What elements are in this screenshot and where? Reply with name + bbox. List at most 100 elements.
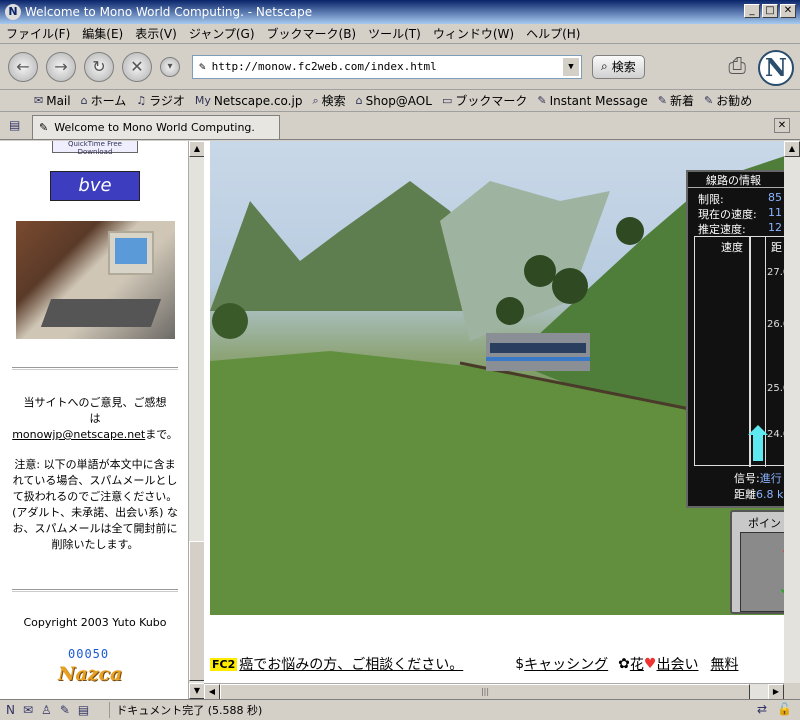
print-icon[interactable]: ⎙	[728, 54, 746, 79]
nazca-logo[interactable]: Nazca	[58, 663, 122, 685]
aim-icon[interactable]: ♙	[41, 703, 52, 717]
scroll-left-button[interactable]: ◀	[204, 684, 220, 700]
addressbook-icon[interactable]: ▤	[78, 703, 89, 717]
tab-bar: ✎ Welcome to Mono World Computing.	[0, 112, 800, 140]
reload-button[interactable]: ↻	[84, 51, 114, 82]
new-tab-icon[interactable]: ▤	[9, 118, 20, 132]
composer-icon[interactable]: ✎	[60, 703, 70, 717]
page-icon: ✎	[39, 121, 49, 134]
bookmark-shop[interactable]: ⌂ Shop@AOL	[356, 94, 432, 108]
track-info-panel: 線路の情報 制限: 85 現在の速度: 11 推定速度: 12 速度 距 27.…	[686, 170, 800, 508]
home-icon: ⌂	[80, 94, 88, 107]
radio-icon: ♫	[136, 94, 147, 107]
url-dropdown-button[interactable]: ▼	[563, 57, 579, 76]
bookmark-folder[interactable]: ▭ ブックマーク	[442, 92, 527, 109]
bookmark-instant-message[interactable]: ✎ Instant Message	[537, 94, 647, 108]
distance-value: 6.8 k	[756, 488, 784, 501]
quicktime-badge[interactable]: QuickTime Free Download	[52, 141, 138, 156]
bookmark-search[interactable]: ⌕ 検索	[312, 92, 345, 109]
menu-go[interactable]: ジャンプ(G)	[189, 25, 255, 42]
bookmark-recommended[interactable]: ✎ お勧め	[704, 92, 752, 109]
left-frame-scrollbar[interactable]: ▲ ▼	[188, 141, 205, 699]
back-button[interactable]: ←	[8, 51, 38, 82]
close-tab-button[interactable]: ✕	[774, 118, 790, 133]
link-icon: ✎	[537, 94, 547, 107]
url-bar[interactable]: ✎ http://monow.fc2web.com/index.html ▼	[192, 54, 582, 79]
ad-link-flower[interactable]: 花	[630, 654, 644, 674]
bookmark-label: 検索	[321, 94, 346, 108]
scroll-down-button[interactable]: ▼	[189, 683, 205, 699]
close-button[interactable]: ✕	[780, 4, 796, 18]
bve-banner[interactable]: bve	[50, 171, 140, 201]
bookmark-radio[interactable]: ♫ ラジオ	[136, 92, 185, 109]
menu-edit[interactable]: 編集(E)	[82, 25, 123, 42]
feedback-text: 当サイトへのご意見、ご感想 は monowjp@netscape.netまで。	[10, 395, 180, 443]
menu-window[interactable]: ウィンドウ(W)	[433, 25, 514, 42]
scroll-right-button[interactable]: ▶	[768, 684, 784, 700]
bookmark-netscape[interactable]: My Netscape.co.jp	[195, 94, 303, 108]
fc2-logo[interactable]: FC2	[210, 657, 238, 671]
ad-link-free[interactable]: 無料	[710, 654, 738, 674]
stop-icon: ✕	[130, 56, 144, 76]
monitor-screen	[115, 238, 147, 264]
feedback-line: は	[89, 412, 101, 425]
menu-file[interactable]: ファイル(F)	[6, 25, 70, 42]
bookmark-label: 新着	[669, 94, 694, 108]
signal-label: 信号:	[734, 472, 760, 485]
current-speed-label: 現在の速度:	[698, 208, 757, 221]
maximize-button[interactable]: □	[762, 4, 778, 18]
tree	[552, 268, 588, 304]
title-bar: N Welcome to Mono World Computing. - Net…	[0, 0, 800, 24]
signal-row: 信号:進行	[734, 470, 782, 486]
search-button[interactable]: ⌕ 検索	[592, 54, 645, 79]
email-link[interactable]: monowjp@netscape.net	[12, 428, 145, 441]
left-frame: QuickTime Free Download bve 当サイトへのご意見、ご感…	[0, 141, 188, 699]
menu-bar: ファイル(F) 編集(E) 表示(V) ジャンプ(G) ブックマーク(B) ツー…	[0, 24, 800, 44]
link-icon: ✎	[704, 94, 714, 107]
access-counter: 00050	[68, 647, 110, 661]
link-icon: ✎	[657, 94, 667, 107]
tree	[496, 297, 524, 325]
horizontal-scroll-thumb[interactable]: |||	[220, 684, 750, 700]
bookmark-label: Shop@AOL	[365, 93, 432, 108]
train-windows	[490, 343, 586, 353]
minimize-button[interactable]: _	[744, 4, 760, 18]
history-dropdown-button[interactable]: ▾	[160, 56, 180, 77]
ad-link-cancer[interactable]: 癌でお悩みの方、ご相談ください。	[239, 654, 463, 674]
mail-icon[interactable]: ✉	[23, 703, 33, 717]
stop-button[interactable]: ✕	[122, 51, 152, 82]
heart-icon: ♥	[643, 656, 657, 672]
netscape-status-icon[interactable]: N	[6, 703, 15, 717]
ad-link-dating[interactable]: 出会い	[656, 654, 698, 674]
shop-icon: ⌂	[355, 94, 363, 107]
bookmark-mail[interactable]: ✉ Mail	[34, 94, 71, 108]
ad-link-cashing[interactable]: キャッシング	[524, 654, 608, 674]
bookmark-label: Mail	[46, 93, 71, 108]
personal-toolbar: ✉ Mail ⌂ ホーム ♫ ラジオ My Netscape.co.jp ⌕ 検索 ⌂ Sh…	[0, 90, 800, 112]
tab-current[interactable]: ✎ Welcome to Mono World Computing.	[32, 115, 280, 139]
forward-button[interactable]: →	[46, 51, 76, 82]
menu-help[interactable]: ヘルプ(H)	[526, 25, 580, 42]
bookmark-home[interactable]: ⌂ ホーム	[81, 92, 127, 109]
distance-label: 距離	[734, 488, 756, 501]
back-arrow-icon: ←	[16, 56, 30, 76]
current-speed-value: 11	[768, 206, 782, 219]
email-suffix: まで。	[145, 428, 178, 441]
forward-arrow-icon: →	[54, 56, 68, 76]
search-button-label: 検索	[611, 60, 636, 74]
scroll-up-button[interactable]: ▲	[784, 141, 800, 157]
main-frame-horizontal-scrollbar[interactable]: ◀ ||| ▶	[204, 683, 784, 700]
main-frame-scrollbar[interactable]: ▲	[784, 141, 800, 683]
bookmark-new[interactable]: ✎ 新着	[658, 92, 694, 109]
url-input[interactable]: http://monow.fc2web.com/index.html	[206, 60, 563, 73]
scroll-thumb[interactable]	[189, 541, 205, 681]
netscape-logo[interactable]: N	[758, 50, 794, 86]
menu-view[interactable]: 表示(V)	[135, 25, 177, 42]
flower-icon: ✿	[618, 656, 630, 672]
search-icon: ⌕	[601, 59, 608, 73]
menu-tools[interactable]: ツール(T)	[368, 25, 421, 42]
scroll-up-button[interactable]: ▲	[189, 141, 205, 157]
menu-bookmarks[interactable]: ブックマーク(B)	[267, 25, 357, 42]
navigation-toolbar: ← → ↻ ✕ ▾ ✎ http://monow.fc2web.com/inde…	[0, 44, 800, 90]
netscape-app-icon: N	[5, 4, 21, 20]
